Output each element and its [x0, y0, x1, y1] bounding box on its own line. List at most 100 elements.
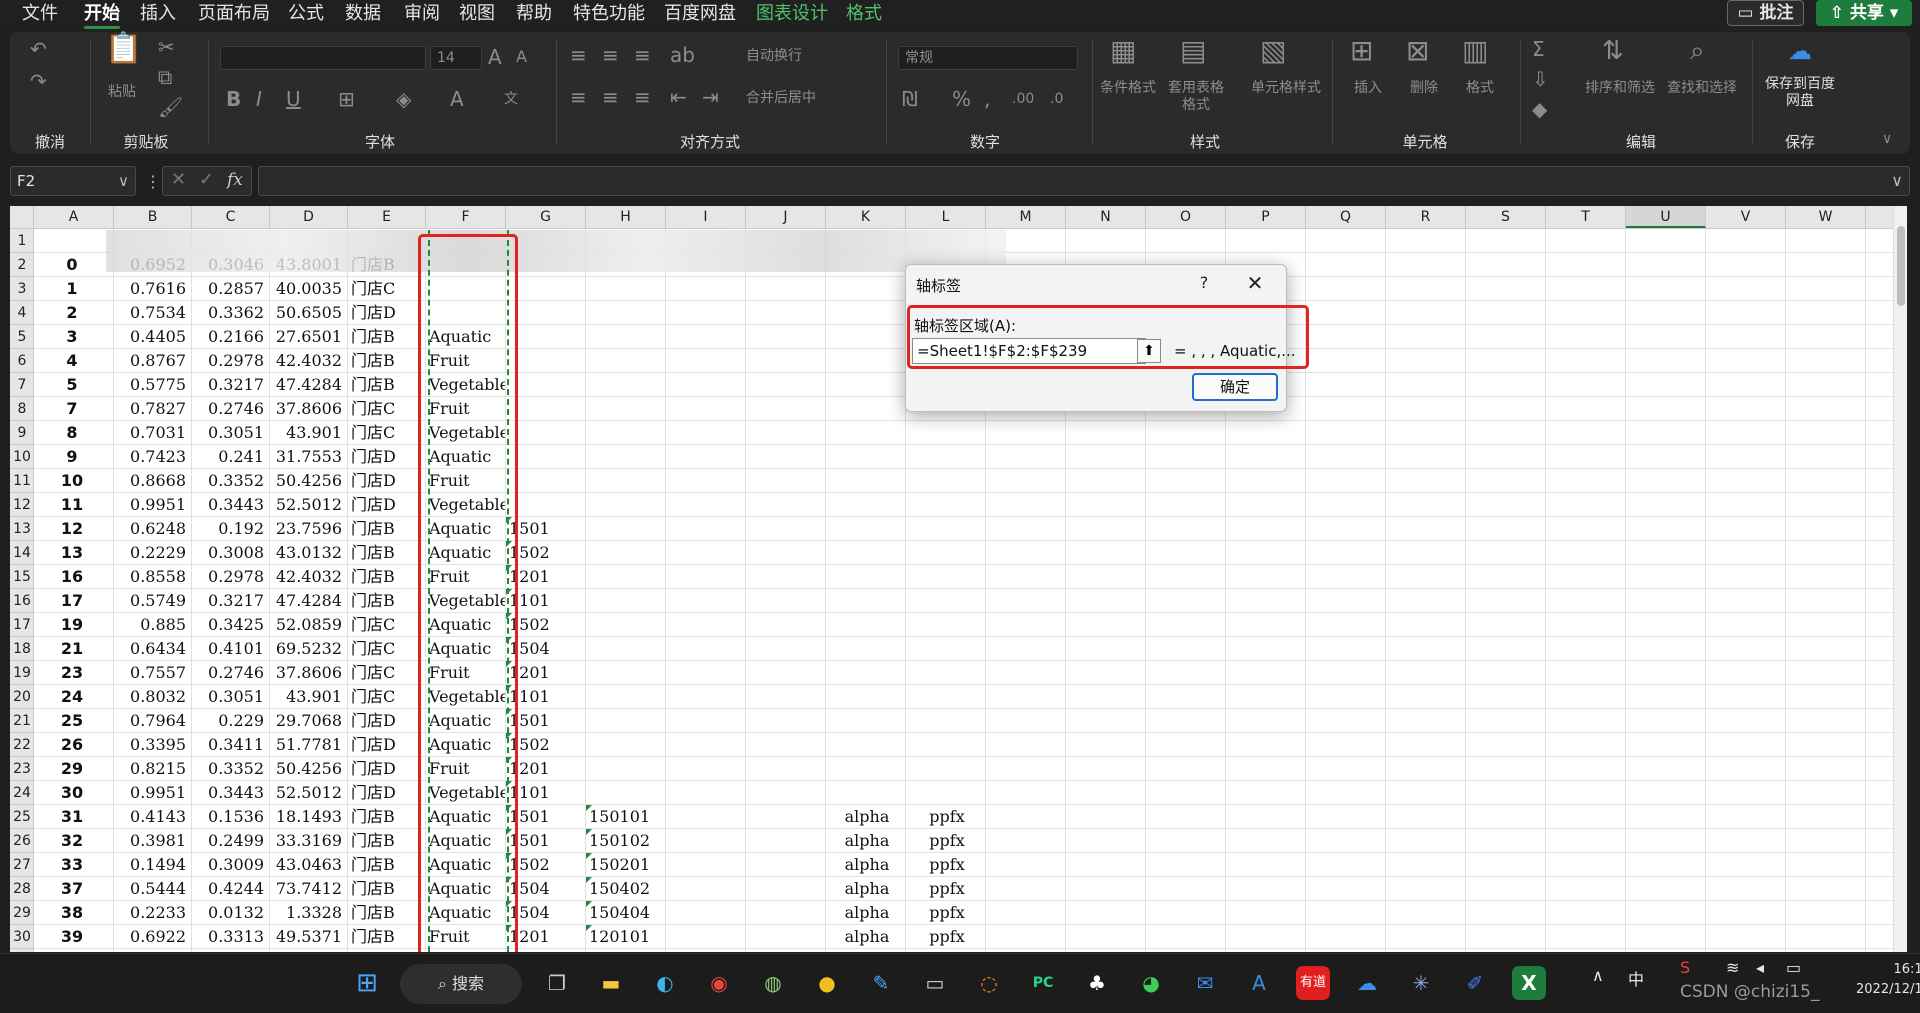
cell-g-row[interactable]: 1101: [509, 589, 585, 613]
ime-indicator[interactable]: 中: [1628, 966, 1644, 990]
tab-chart-design[interactable]: 图表设计: [756, 2, 828, 26]
cell-k-row[interactable]: alpha: [829, 901, 905, 925]
row-header-5[interactable]: 5: [10, 325, 34, 349]
row-header-3[interactable]: 3: [10, 277, 34, 301]
terminal-icon[interactable]: ▭: [918, 966, 952, 1000]
cell-d-row[interactable]: 50.4256: [270, 469, 342, 493]
vertical-scrollbar[interactable]: [1893, 206, 1907, 952]
cell-c-row[interactable]: 0.3411: [192, 733, 264, 757]
cell-g-row[interactable]: 1201: [509, 757, 585, 781]
translate-icon[interactable]: A: [1242, 966, 1276, 1000]
tab-data[interactable]: 数据: [345, 2, 381, 26]
cell-a-row[interactable]: 3: [34, 325, 110, 349]
cell-d-row[interactable]: 47.4284: [270, 373, 342, 397]
column-header-w[interactable]: W: [1786, 206, 1866, 228]
fill-color-icon[interactable]: ◈: [396, 88, 411, 110]
cell-c-row[interactable]: 0.241: [192, 445, 264, 469]
cell-c-row[interactable]: 0.2978: [192, 349, 264, 373]
cell-h-row[interactable]: 150402: [589, 877, 665, 901]
row-header-1[interactable]: 1: [10, 229, 34, 253]
globe-icon[interactable]: ◍: [756, 966, 790, 1000]
find-select-icon[interactable]: ⌕: [1690, 38, 1705, 64]
edge-icon[interactable]: ◐: [648, 966, 682, 1000]
cell-k-row[interactable]: alpha: [829, 853, 905, 877]
cell-d-row[interactable]: 50.6505: [270, 301, 342, 325]
table-format-button[interactable]: 套用表格格式: [1166, 80, 1226, 114]
cell-b-row[interactable]: 0.5775: [114, 373, 186, 397]
cell-a-row[interactable]: 0: [34, 253, 110, 277]
cell-d-row[interactable]: 43.0463: [270, 853, 342, 877]
cell-g-row[interactable]: 1201: [509, 565, 585, 589]
cell-k-row[interactable]: [829, 733, 905, 757]
cell-g-row[interactable]: 1501: [509, 709, 585, 733]
cell-c-row[interactable]: 0.3009: [192, 853, 264, 877]
cell-h-row[interactable]: [589, 301, 665, 325]
cell-g-row[interactable]: 1201: [509, 661, 585, 685]
comma-style-icon[interactable]: ,: [984, 88, 990, 110]
tab-baidu-netdisk[interactable]: 百度网盘: [664, 2, 736, 26]
taskbar-search[interactable]: ⌕ 搜索: [400, 964, 522, 1004]
paste-label[interactable]: 粘贴: [104, 84, 140, 101]
cell-d-row[interactable]: 52.5012: [270, 781, 342, 805]
column-header-m[interactable]: M: [986, 206, 1066, 228]
cell-h-row[interactable]: [589, 565, 665, 589]
cell-k-row[interactable]: [829, 325, 905, 349]
fill-icon[interactable]: ⇩: [1532, 68, 1549, 90]
cell-d-row[interactable]: 18.1493: [270, 805, 342, 829]
wifi-icon[interactable]: ≋: [1726, 958, 1739, 977]
insert-cells-icon[interactable]: ⊞: [1350, 37, 1373, 65]
merge-center-button[interactable]: 合并后居中: [746, 90, 816, 107]
cell-b-row[interactable]: 0.8032: [114, 685, 186, 709]
formula-input[interactable]: ∨: [258, 166, 1910, 196]
autosum-icon[interactable]: Σ: [1532, 38, 1545, 60]
cell-d-row[interactable]: 42.4032: [270, 565, 342, 589]
cell-g-row[interactable]: 1504: [509, 901, 585, 925]
cell-a-row[interactable]: 17: [34, 589, 110, 613]
delete-cells-button[interactable]: 删除: [1406, 80, 1442, 97]
row-header-16[interactable]: 16: [10, 589, 34, 613]
increase-font-icon[interactable]: A: [488, 46, 502, 68]
column-header-i[interactable]: I: [666, 206, 746, 228]
cell-a-row[interactable]: 32: [34, 829, 110, 853]
cell-b-row[interactable]: 0.7031: [114, 421, 186, 445]
cell-e-row[interactable]: 门店B: [351, 877, 425, 901]
cell-k-row[interactable]: [829, 757, 905, 781]
cell-e-row[interactable]: 门店B: [351, 805, 425, 829]
cell-h-row[interactable]: [589, 445, 665, 469]
cell-k-row[interactable]: alpha: [829, 805, 905, 829]
tab-special-features[interactable]: 特色功能: [573, 2, 645, 26]
font-name-select[interactable]: [220, 46, 426, 70]
cell-c-row[interactable]: 0.229: [192, 709, 264, 733]
font-size-select[interactable]: 14: [430, 46, 482, 70]
column-header-a[interactable]: A: [34, 206, 114, 228]
cell-a-row[interactable]: 19: [34, 613, 110, 637]
row-header-18[interactable]: 18: [10, 637, 34, 661]
decrease-decimal-icon[interactable]: .0: [1050, 88, 1063, 110]
cell-e-row[interactable]: 门店B: [351, 565, 425, 589]
column-header-j[interactable]: J: [746, 206, 826, 228]
column-header-v[interactable]: V: [1706, 206, 1786, 228]
align-right-icon[interactable]: ≡: [634, 86, 651, 108]
sort-filter-icon[interactable]: ⇅: [1602, 38, 1624, 64]
insert-cells-button[interactable]: 插入: [1350, 80, 1386, 97]
cell-b-row[interactable]: 0.7964: [114, 709, 186, 733]
phonetic-icon[interactable]: 文: [504, 88, 518, 110]
cell-l-row[interactable]: [909, 661, 985, 685]
cell-h-row[interactable]: [589, 397, 665, 421]
cell-e-row[interactable]: 门店B: [351, 853, 425, 877]
cell-b-row[interactable]: 0.5444: [114, 877, 186, 901]
cell-a-row[interactable]: 29: [34, 757, 110, 781]
collapse-ribbon-icon[interactable]: ∨: [1882, 128, 1892, 150]
cell-d-row[interactable]: 73.7412: [270, 877, 342, 901]
cell-a-row[interactable]: 11: [34, 493, 110, 517]
cell-l-row[interactable]: ppfx: [909, 925, 985, 949]
tab-file[interactable]: 文件: [22, 2, 58, 26]
cell-d-row[interactable]: 31.7553: [270, 445, 342, 469]
row-header-28[interactable]: 28: [10, 877, 34, 901]
column-header-f[interactable]: F: [426, 206, 506, 228]
cell-k-row[interactable]: [829, 709, 905, 733]
cell-c-row[interactable]: 0.3051: [192, 421, 264, 445]
row-header-15[interactable]: 15: [10, 565, 34, 589]
cell-k-row[interactable]: alpha: [829, 877, 905, 901]
row-header-27[interactable]: 27: [10, 853, 34, 877]
